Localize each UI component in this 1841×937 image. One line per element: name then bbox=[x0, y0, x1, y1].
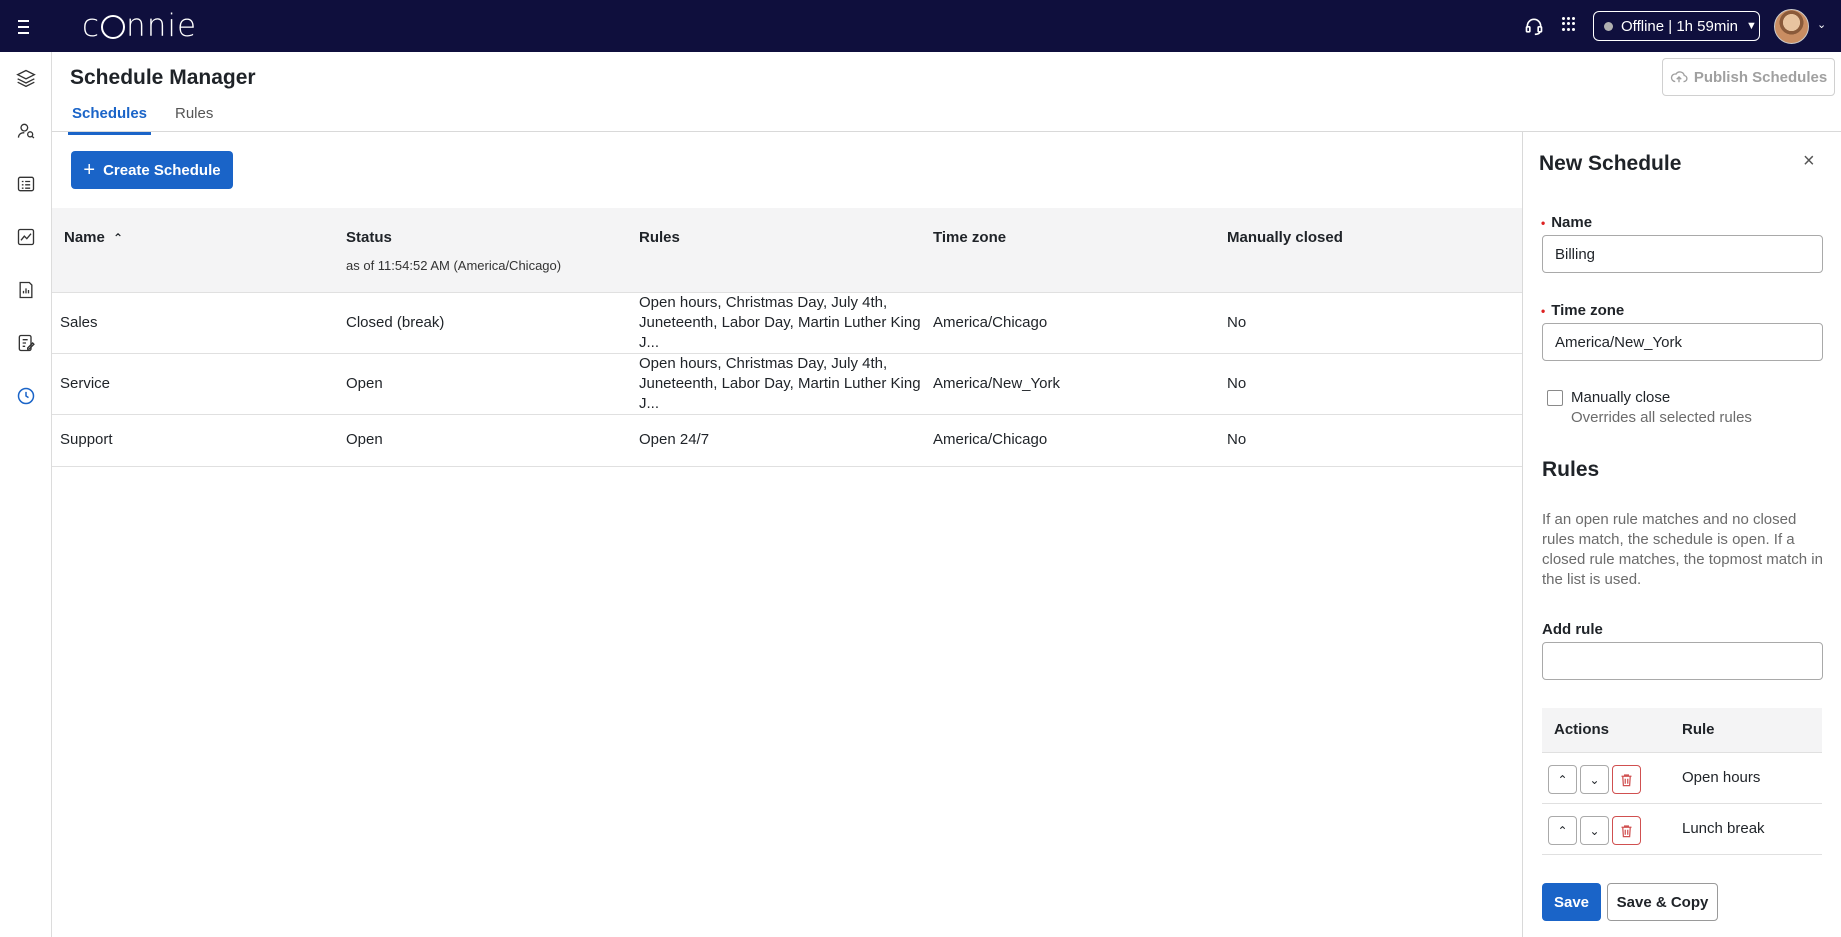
timezone-field-label: • Time zone bbox=[1541, 302, 1625, 319]
delete-rule-button[interactable] bbox=[1612, 816, 1641, 845]
headset-icon[interactable] bbox=[1524, 16, 1544, 36]
add-rule-label: Add rule bbox=[1542, 621, 1603, 638]
plus-icon: + bbox=[83, 159, 96, 181]
table-row[interactable]: Sales Closed (break) Open hours, Christm… bbox=[52, 293, 1522, 354]
timezone-label-text: Time zone bbox=[1551, 302, 1625, 319]
cloud-upload-icon bbox=[1670, 71, 1688, 83]
row-rules: Open hours, Christmas Day, July 4th, Jun… bbox=[639, 294, 921, 351]
row-manually-closed: No bbox=[1227, 375, 1247, 392]
name-label-text: Name bbox=[1551, 214, 1593, 231]
row-rules: Open 24/7 bbox=[639, 431, 710, 448]
rule-name: Open hours bbox=[1682, 769, 1761, 786]
required-marker: • bbox=[1541, 216, 1546, 230]
chevron-up-icon: ⌃ bbox=[1557, 823, 1568, 838]
row-timezone: America/New_York bbox=[933, 375, 1060, 392]
publish-schedules-button[interactable]: Publish Schedules bbox=[1662, 58, 1835, 96]
column-name-label: Name bbox=[64, 229, 105, 246]
row-name: Support bbox=[60, 431, 113, 448]
table-row[interactable]: Service Open Open hours, Christmas Day, … bbox=[52, 354, 1522, 415]
tab-rules[interactable]: Rules bbox=[175, 105, 213, 132]
contacts-search-icon[interactable] bbox=[15, 120, 37, 142]
move-up-button[interactable]: ⌃ bbox=[1548, 816, 1577, 845]
tab-bar: Schedules Rules bbox=[52, 100, 1841, 135]
timezone-input[interactable] bbox=[1542, 323, 1823, 361]
rule-row: ⌃ ⌄ Open hours bbox=[1542, 753, 1822, 804]
chevron-down-icon: ⌄ bbox=[1589, 772, 1600, 787]
column-header-manually-closed: Manually closed bbox=[1227, 229, 1343, 246]
tab-schedules[interactable]: Schedules bbox=[68, 105, 152, 135]
status-as-of-time: as of 11:54:52 AM (America/Chicago) bbox=[346, 258, 562, 273]
row-status: Closed (break) bbox=[346, 314, 445, 331]
analytics-icon[interactable] bbox=[15, 226, 37, 248]
manually-close-checkbox[interactable] bbox=[1547, 390, 1563, 406]
column-header-status: Status bbox=[346, 229, 392, 246]
tasks-edit-icon[interactable] bbox=[15, 332, 37, 354]
rule-column-header: Rule bbox=[1682, 721, 1715, 738]
avatar-chevron-down-icon[interactable]: ⌄ bbox=[1817, 18, 1826, 31]
delete-rule-button[interactable] bbox=[1612, 765, 1641, 794]
column-header-rules: Rules bbox=[639, 229, 680, 246]
reports-icon[interactable] bbox=[15, 279, 37, 301]
top-bar: c nnie Offline | 1h 59min ▼ ⌄ bbox=[0, 0, 1841, 52]
trash-icon bbox=[1621, 773, 1632, 786]
manually-close-label: Manually close bbox=[1571, 389, 1671, 406]
move-down-button[interactable]: ⌄ bbox=[1580, 816, 1609, 845]
add-rule-input[interactable] bbox=[1542, 642, 1823, 680]
column-header-timezone: Time zone bbox=[933, 229, 1007, 246]
trash-icon bbox=[1621, 824, 1632, 837]
row-manually-closed: No bbox=[1227, 431, 1247, 448]
user-avatar[interactable] bbox=[1774, 9, 1809, 44]
new-schedule-panel: New Schedule × • Name • Time zone Manually… bbox=[1522, 132, 1841, 937]
left-nav-rail bbox=[0, 52, 52, 937]
create-schedule-label: Create Schedule bbox=[103, 161, 221, 179]
page-title: Schedule Manager bbox=[70, 66, 256, 89]
rules-description: If an open rule matches and no closed ru… bbox=[1542, 511, 1823, 588]
status-dot-icon bbox=[1604, 21, 1613, 31]
manually-close-hint: Overrides all selected rules bbox=[1571, 409, 1752, 426]
layers-icon[interactable] bbox=[15, 67, 37, 89]
app-logo: c nnie bbox=[82, 8, 198, 44]
schedules-table-header: Name ⌃ Status as of 11:54:52 AM (America… bbox=[52, 208, 1522, 293]
list-view-icon[interactable] bbox=[15, 173, 37, 195]
name-field-label: • Name bbox=[1541, 214, 1593, 231]
chevron-down-icon: ▼ bbox=[1746, 20, 1757, 32]
save-button[interactable]: Save bbox=[1542, 883, 1601, 921]
move-up-button[interactable]: ⌃ bbox=[1548, 765, 1577, 794]
chevron-up-icon: ⌃ bbox=[1557, 772, 1568, 787]
chevron-down-icon: ⌄ bbox=[1589, 823, 1600, 838]
menu-icon[interactable] bbox=[18, 16, 36, 36]
move-down-button[interactable]: ⌄ bbox=[1580, 765, 1609, 794]
status-label: Offline | 1h 59min bbox=[1621, 17, 1739, 35]
save-and-copy-button[interactable]: Save & Copy bbox=[1607, 883, 1718, 921]
publish-schedules-label: Publish Schedules bbox=[1693, 68, 1828, 86]
panel-title: New Schedule bbox=[1539, 152, 1682, 175]
actions-column-header: Actions bbox=[1554, 721, 1610, 738]
rule-name: Lunch break bbox=[1682, 820, 1765, 837]
name-input[interactable] bbox=[1542, 235, 1823, 273]
rule-row: ⌃ ⌄ Lunch break bbox=[1542, 804, 1822, 855]
row-name: Sales bbox=[60, 314, 98, 331]
column-header-name[interactable]: Name ⌃ bbox=[64, 229, 123, 246]
row-status: Open bbox=[346, 431, 383, 448]
row-name: Service bbox=[60, 375, 111, 392]
apps-grid-icon[interactable] bbox=[1562, 17, 1576, 31]
schedule-clock-icon[interactable] bbox=[15, 385, 37, 407]
required-marker: • bbox=[1541, 304, 1546, 318]
status-dropdown[interactable]: Offline | 1h 59min ▼ bbox=[1593, 11, 1760, 41]
row-timezone: America/Chicago bbox=[933, 314, 1048, 331]
sort-ascending-icon: ⌃ bbox=[113, 231, 124, 245]
rules-section-title: Rules bbox=[1542, 458, 1600, 481]
row-status: Open bbox=[346, 375, 383, 392]
row-rules: Open hours, Christmas Day, July 4th, Jun… bbox=[639, 355, 921, 412]
rules-table-header: Actions Rule bbox=[1542, 708, 1822, 753]
table-row[interactable]: Support Open Open 24/7 America/Chicago N… bbox=[52, 415, 1522, 467]
row-timezone: America/Chicago bbox=[933, 431, 1048, 448]
close-icon[interactable]: × bbox=[1803, 150, 1815, 173]
row-manually-closed: No bbox=[1227, 314, 1247, 331]
create-schedule-button[interactable]: + Create Schedule bbox=[71, 151, 233, 189]
